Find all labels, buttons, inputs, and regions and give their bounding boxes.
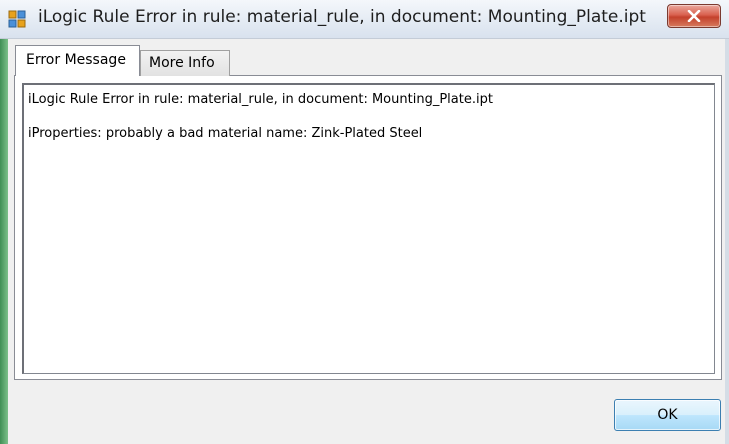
error-message-line: iLogic Rule Error in rule: material_rule…	[28, 92, 493, 107]
title-bar[interactable]: iLogic Rule Error in rule: material_rule…	[0, 0, 729, 39]
error-detail-line: iProperties: probably a bad material nam…	[28, 126, 423, 141]
tab-more-info[interactable]: More Info	[140, 50, 230, 76]
window-border-right	[725, 0, 729, 444]
ok-button[interactable]: OK	[614, 399, 721, 431]
application-window-icon[interactable]	[8, 10, 26, 28]
tab-label: Error Message	[26, 52, 126, 68]
ok-button-label: OK	[657, 407, 678, 423]
window-title: iLogic Rule Error in rule: material_rule…	[38, 7, 646, 27]
tab-label: More Info	[149, 55, 215, 71]
desktop-edge-strip	[0, 38, 8, 444]
close-x-icon	[687, 7, 701, 26]
tab-content-panel: iLogic Rule Error in rule: material_rule…	[14, 75, 722, 380]
error-message-textbox[interactable]: iLogic Rule Error in rule: material_rule…	[22, 83, 715, 374]
error-dialog-window: iLogic Rule Error in rule: material_rule…	[0, 0, 729, 444]
close-button[interactable]	[667, 4, 721, 28]
tab-error-message[interactable]: Error Message	[15, 45, 140, 76]
